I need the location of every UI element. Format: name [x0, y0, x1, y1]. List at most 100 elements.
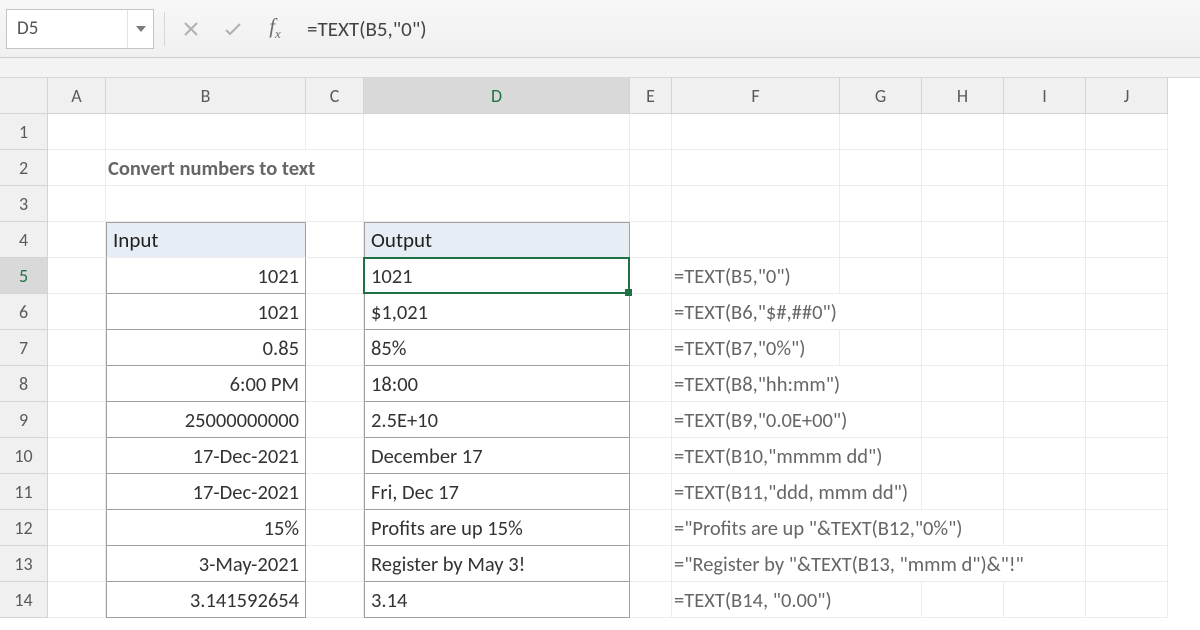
- cell-I14[interactable]: [1004, 582, 1086, 618]
- cell-A5[interactable]: [48, 258, 106, 294]
- cell-H10[interactable]: [922, 438, 1004, 474]
- row-header-5[interactable]: 5: [0, 258, 48, 294]
- cell-E4[interactable]: [630, 222, 672, 258]
- row-header-14[interactable]: 14: [0, 582, 48, 618]
- cell-I4[interactable]: [1004, 222, 1086, 258]
- cell-A12[interactable]: [48, 510, 106, 546]
- cell-D6[interactable]: $1,021: [364, 294, 630, 330]
- cell-A2[interactable]: [48, 150, 106, 186]
- cell-B14[interactable]: 3.141592654: [106, 582, 306, 618]
- col-header-I[interactable]: I: [1004, 78, 1086, 114]
- cell-C4[interactable]: [306, 222, 364, 258]
- cell-C1[interactable]: [306, 114, 364, 150]
- cell-D14[interactable]: 3.14: [364, 582, 630, 618]
- cell-E8[interactable]: [630, 366, 672, 402]
- row-header-3[interactable]: 3: [0, 186, 48, 222]
- cell-E3[interactable]: [630, 186, 672, 222]
- cell-G8[interactable]: [840, 366, 922, 402]
- cell-J8[interactable]: [1086, 366, 1168, 402]
- cell-F12[interactable]: ="Profits are up "&TEXT(B12,"0%"): [672, 510, 840, 546]
- cell-D4[interactable]: Output: [364, 222, 630, 258]
- cell-D13[interactable]: Register by May 3!: [364, 546, 630, 582]
- row-header-7[interactable]: 7: [0, 330, 48, 366]
- cell-E6[interactable]: [630, 294, 672, 330]
- cell-B7[interactable]: 0.85: [106, 330, 306, 366]
- cell-D12[interactable]: Profits are up 15%: [364, 510, 630, 546]
- cell-B1[interactable]: [106, 114, 306, 150]
- col-header-H[interactable]: H: [922, 78, 1004, 114]
- cell-C8[interactable]: [306, 366, 364, 402]
- cell-I2[interactable]: [1004, 150, 1086, 186]
- cell-F14[interactable]: =TEXT(B14, "0.00"): [672, 582, 840, 618]
- cell-F7[interactable]: =TEXT(B7,"0%"): [672, 330, 840, 366]
- select-all-corner[interactable]: [0, 78, 48, 114]
- cell-F2[interactable]: [672, 150, 840, 186]
- cell-F9[interactable]: =TEXT(B9,"0.0E+00"): [672, 402, 840, 438]
- cell-D5[interactable]: 1021: [364, 258, 630, 294]
- insert-function-button[interactable]: fx: [259, 13, 291, 45]
- cell-I11[interactable]: [1004, 474, 1086, 510]
- row-header-8[interactable]: 8: [0, 366, 48, 402]
- cell-J6[interactable]: [1086, 294, 1168, 330]
- cell-C3[interactable]: [306, 186, 364, 222]
- cell-F5[interactable]: =TEXT(B5,"0"): [672, 258, 840, 294]
- cell-G14[interactable]: [840, 582, 922, 618]
- cell-H1[interactable]: [922, 114, 1004, 150]
- cell-G4[interactable]: [840, 222, 922, 258]
- cell-I9[interactable]: [1004, 402, 1086, 438]
- cell-I1[interactable]: [1004, 114, 1086, 150]
- cell-J5[interactable]: [1086, 258, 1168, 294]
- cell-G1[interactable]: [840, 114, 922, 150]
- cell-I5[interactable]: [1004, 258, 1086, 294]
- cell-B8[interactable]: 6:00 PM: [106, 366, 306, 402]
- cell-F13[interactable]: ="Register by "&TEXT(B13, "mmm d")&"!": [672, 546, 840, 582]
- cell-H8[interactable]: [922, 366, 1004, 402]
- row-header-9[interactable]: 9: [0, 402, 48, 438]
- cell-J3[interactable]: [1086, 186, 1168, 222]
- cell-G7[interactable]: [840, 330, 922, 366]
- cell-C9[interactable]: [306, 402, 364, 438]
- cell-J12[interactable]: [1086, 510, 1168, 546]
- cell-J1[interactable]: [1086, 114, 1168, 150]
- cell-F11[interactable]: =TEXT(B11,"ddd, mmm dd"): [672, 474, 840, 510]
- col-header-J[interactable]: J: [1086, 78, 1168, 114]
- col-header-B[interactable]: B: [106, 78, 306, 114]
- cell-H3[interactable]: [922, 186, 1004, 222]
- cell-F6[interactable]: =TEXT(B6,"$#,##0"): [672, 294, 840, 330]
- cell-B4[interactable]: Input: [106, 222, 306, 258]
- col-header-G[interactable]: G: [840, 78, 922, 114]
- spreadsheet-grid[interactable]: A B C D E F G H I J 1 2 Convert numbers …: [0, 78, 1200, 618]
- cell-E10[interactable]: [630, 438, 672, 474]
- row-header-10[interactable]: 10: [0, 438, 48, 474]
- cell-A8[interactable]: [48, 366, 106, 402]
- cell-I12[interactable]: [1004, 510, 1086, 546]
- cell-B13[interactable]: 3-May-2021: [106, 546, 306, 582]
- row-header-13[interactable]: 13: [0, 546, 48, 582]
- row-header-2[interactable]: 2: [0, 150, 48, 186]
- cell-H9[interactable]: [922, 402, 1004, 438]
- cell-C12[interactable]: [306, 510, 364, 546]
- cell-G6[interactable]: [840, 294, 922, 330]
- cell-H5[interactable]: [922, 258, 1004, 294]
- cell-C5[interactable]: [306, 258, 364, 294]
- enter-button[interactable]: [217, 13, 249, 45]
- cell-E2[interactable]: [630, 150, 672, 186]
- cell-E9[interactable]: [630, 402, 672, 438]
- cell-I7[interactable]: [1004, 330, 1086, 366]
- cell-H14[interactable]: [922, 582, 1004, 618]
- row-header-12[interactable]: 12: [0, 510, 48, 546]
- cell-D9[interactable]: 2.5E+10: [364, 402, 630, 438]
- cell-B2[interactable]: Convert numbers to text: [106, 150, 306, 186]
- formula-input[interactable]: [301, 9, 1190, 49]
- cell-C6[interactable]: [306, 294, 364, 330]
- row-header-1[interactable]: 1: [0, 114, 48, 150]
- cell-J2[interactable]: [1086, 150, 1168, 186]
- cell-H11[interactable]: [922, 474, 1004, 510]
- cell-J13[interactable]: [1086, 546, 1168, 582]
- col-header-E[interactable]: E: [630, 78, 672, 114]
- cell-E14[interactable]: [630, 582, 672, 618]
- cell-E1[interactable]: [630, 114, 672, 150]
- cell-A1[interactable]: [48, 114, 106, 150]
- cell-D11[interactable]: Fri, Dec 17: [364, 474, 630, 510]
- cell-D7[interactable]: 85%: [364, 330, 630, 366]
